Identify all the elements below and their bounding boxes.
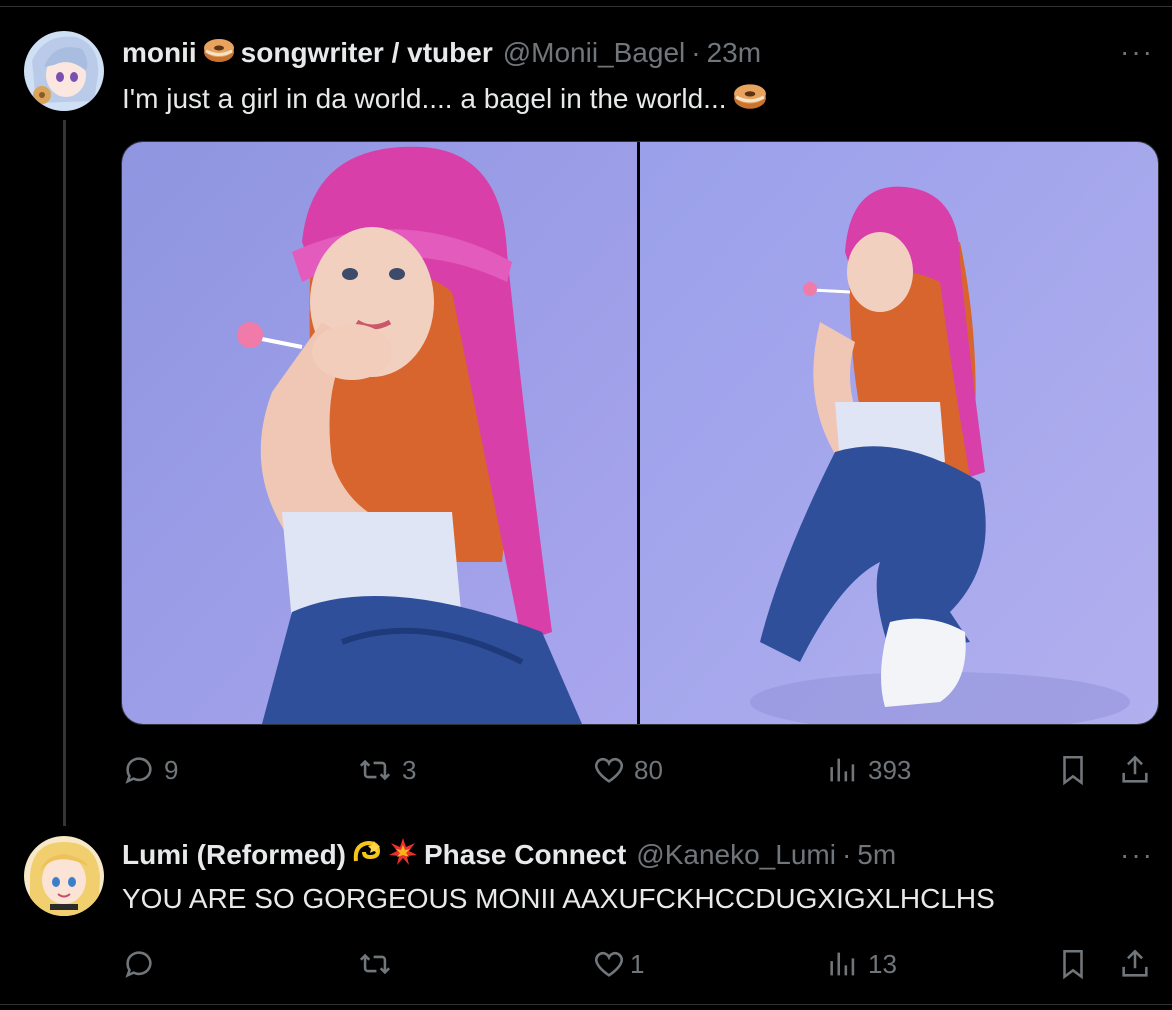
views-button[interactable]: 13: [826, 944, 897, 984]
handle[interactable]: @Kaneko_Lumi: [636, 839, 836, 871]
bookmark-button[interactable]: [1056, 750, 1090, 790]
views-icon: [826, 753, 860, 787]
retweet-icon: [356, 947, 394, 981]
display-name[interactable]: monii: [122, 37, 197, 69]
heart-icon: [592, 947, 626, 981]
display-name[interactable]: Lumi (Reformed): [122, 839, 346, 871]
retweet-button[interactable]: 3: [356, 750, 416, 790]
views-count: 393: [868, 754, 912, 785]
separator-dot: ·: [841, 839, 852, 870]
reply-icon: [122, 947, 156, 981]
retweet-count: 3: [402, 754, 417, 785]
tweet-header-lumi: Lumi (Reformed) Phase Connect @Kaneko_Lu…: [122, 836, 896, 874]
bagel-emoji: [733, 81, 767, 118]
bagel-emoji: [203, 36, 235, 71]
bookmark-button[interactable]: [1056, 944, 1090, 984]
bio-tag: songwriter / vtuber: [240, 37, 493, 68]
avatar-monii[interactable]: [24, 31, 104, 111]
top-divider: [0, 6, 1172, 7]
share-button[interactable]: [1118, 750, 1152, 790]
views-button[interactable]: 393: [826, 750, 911, 790]
reply-button[interactable]: 9: [122, 750, 178, 790]
tweet-text: YOU ARE SO GORGEOUS MONII AAXUFCKHCCDUGX…: [122, 880, 995, 918]
retweet-icon: [356, 753, 394, 787]
like-count: 80: [634, 754, 663, 785]
org-name: Phase Connect: [424, 839, 627, 870]
avatar-lumi[interactable]: [24, 836, 104, 916]
tweet-text-content: I'm just a girl in da world.... a bagel …: [122, 83, 727, 114]
tweet-text: I'm just a girl in da world.... a bagel …: [122, 80, 773, 118]
like-button[interactable]: 80: [592, 750, 663, 790]
more-options-button[interactable]: ···: [1120, 839, 1154, 870]
bottom-divider: [0, 1004, 1172, 1005]
share-icon: [1118, 947, 1152, 981]
bookmark-icon: [1056, 753, 1090, 787]
retweet-button[interactable]: [356, 944, 402, 984]
tweet-text-content: YOU ARE SO GORGEOUS MONII AAXUFCKHCCDUGX…: [122, 883, 995, 914]
bookmark-icon: [1056, 947, 1090, 981]
views-count: 13: [868, 948, 897, 979]
share-button[interactable]: [1118, 944, 1152, 984]
thread-connector-line: [63, 120, 66, 826]
like-button[interactable]: 1: [592, 944, 644, 984]
timestamp[interactable]: 5m: [857, 839, 896, 871]
like-count: 1: [630, 948, 645, 979]
handle[interactable]: @Monii_Bagel: [503, 37, 686, 69]
heart-icon: [592, 753, 626, 787]
reply-icon: [122, 753, 156, 787]
views-icon: [826, 947, 860, 981]
collision-emoji: [388, 837, 418, 874]
reply-count: 9: [164, 754, 179, 785]
more-options-button[interactable]: ···: [1120, 36, 1154, 67]
timestamp[interactable]: 23m: [707, 37, 761, 69]
reply-button[interactable]: [122, 944, 164, 984]
photo-2[interactable]: [640, 142, 1158, 724]
tweet-header-monii: monii songwriter / vtuber @Monii_Bagel ·…: [122, 34, 761, 72]
share-icon: [1118, 753, 1152, 787]
separator-dot: ·: [691, 37, 701, 68]
tweet-actions-lumi: 1 13: [122, 944, 1162, 984]
tweet-actions-monii: 9 3 80 393: [122, 750, 1162, 790]
dizzy-emoji: [352, 837, 384, 874]
photo-1[interactable]: [122, 142, 637, 724]
media-grid: [121, 141, 1159, 725]
